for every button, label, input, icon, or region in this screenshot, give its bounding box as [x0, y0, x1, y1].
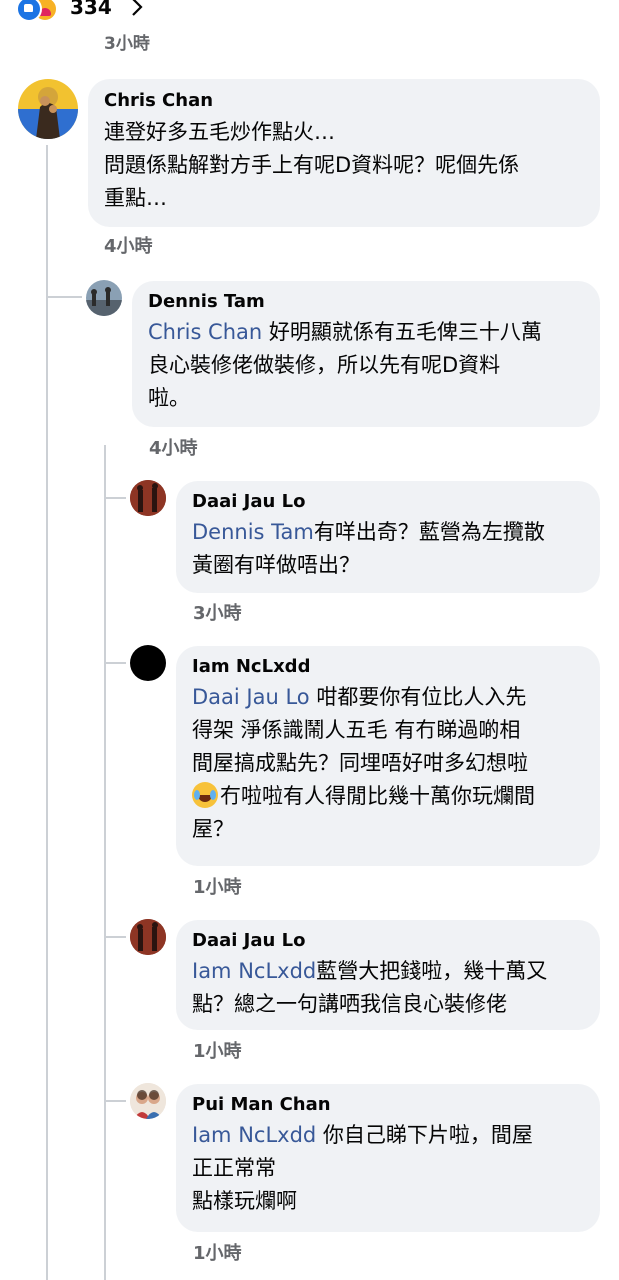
- comment-author[interactable]: Daai Jau Lo: [192, 490, 305, 514]
- comment-timestamp[interactable]: 1小時: [193, 1040, 242, 1064]
- comment-bubble[interactable]: Chris Chan 連登好多五毛炒作點火… 問題係點解對方手上有呢D資料呢？呢…: [88, 79, 600, 227]
- comment-timestamp[interactable]: 1小時: [193, 1242, 242, 1266]
- comment-line: Dennis Tam有咩出奇？藍營為左攬散: [192, 520, 545, 544]
- mention-link[interactable]: Daai Jau Lo: [192, 685, 310, 709]
- comment-text: Iam NcLxdd 你自己睇下片啦，間屋 正正常常 點樣玩爛啊: [192, 1119, 596, 1218]
- comment-bubble[interactable]: Daai Jau Lo Iam NcLxdd藍營大把錢啦，幾十萬又 點？總之一句…: [176, 920, 600, 1030]
- comment-text: Dennis Tam有咩出奇？藍營為左攬散 黃圈有咩做唔出？: [192, 516, 596, 582]
- crying-laughing-emoji-icon: [192, 782, 218, 808]
- mention-link[interactable]: Iam NcLxdd: [192, 959, 316, 983]
- comment-timestamp[interactable]: 1小時: [193, 876, 242, 900]
- comment-timestamp[interactable]: 4小時: [104, 235, 153, 259]
- comment-bubble[interactable]: Dennis Tam Chris Chan 好明顯就係有五毛俾三十八萬 良心裝修…: [132, 281, 600, 427]
- avatar[interactable]: [130, 1083, 166, 1119]
- mention-link[interactable]: Dennis Tam: [192, 520, 314, 544]
- comment-bubble[interactable]: Iam NcLxdd Daai Jau Lo 咁都要你有位比人入先 得架 淨係識…: [176, 646, 600, 866]
- comment-author[interactable]: Dennis Tam: [148, 290, 265, 314]
- comment-text: Chris Chan 好明顯就係有五毛俾三十八萬 良心裝修佬做裝修，所以先有呢D…: [148, 316, 594, 415]
- comment-line: 啦。: [148, 386, 190, 410]
- mention-link[interactable]: Chris Chan: [148, 320, 262, 344]
- comment-text: 連登好多五毛炒作點火… 問題係點解對方手上有呢D資料呢？呢個先係 重點…: [104, 116, 594, 215]
- comment-bubble[interactable]: Pui Man Chan Iam NcLxdd 你自己睇下片啦，間屋 正正常常 …: [176, 1084, 600, 1232]
- comment-timestamp[interactable]: 4小時: [149, 437, 198, 461]
- comment-text: Daai Jau Lo 咁都要你有位比人入先 得架 淨係識鬧人五毛 有冇睇過啲相…: [192, 681, 596, 846]
- thread-line: [46, 145, 48, 1280]
- mention-link[interactable]: Iam NcLxdd: [192, 1123, 316, 1147]
- comment-author[interactable]: Iam NcLxdd: [192, 655, 310, 679]
- comment-line: 正正常常: [192, 1156, 276, 1180]
- comment-line: Iam NcLxdd藍營大把錢啦，幾十萬又: [192, 959, 548, 983]
- comment-line: 黃圈有咩做唔出？: [192, 553, 360, 577]
- avatar[interactable]: [130, 480, 166, 516]
- reaction-icons[interactable]: [16, 0, 68, 22]
- comment-line: 重點…: [104, 186, 167, 210]
- comment-line: Daai Jau Lo 咁都要你有位比人入先: [192, 685, 527, 709]
- comment-timestamp[interactable]: 3小時: [193, 602, 242, 626]
- comment-line: 良心裝修佬做裝修，所以先有呢D資料: [148, 353, 501, 377]
- thread-line: [104, 497, 126, 499]
- comment-line: 點？總之一句講哂我信良心裝修佬: [192, 992, 507, 1016]
- comment-line: 屋？: [192, 817, 234, 841]
- thread-line: [104, 936, 126, 938]
- avatar[interactable]: [86, 280, 122, 316]
- reaction-count[interactable]: 334: [70, 0, 112, 20]
- comment-line: 間屋搞成點先？同埋唔好咁多幻想啦: [192, 751, 528, 775]
- avatar[interactable]: [18, 79, 78, 139]
- comment-bubble[interactable]: Daai Jau Lo Dennis Tam有咩出奇？藍營為左攬散 黃圈有咩做唔…: [176, 481, 600, 593]
- comment-text: Iam NcLxdd藍營大把錢啦，幾十萬又 點？總之一句講哂我信良心裝修佬: [192, 955, 596, 1021]
- comment-author[interactable]: Daai Jau Lo: [192, 929, 305, 953]
- chevron-right-icon[interactable]: [128, 0, 146, 20]
- comment-timestamp[interactable]: 3小時: [104, 34, 150, 54]
- avatar[interactable]: [130, 919, 166, 955]
- thread-line: [104, 662, 126, 664]
- comment-author[interactable]: Pui Man Chan: [192, 1093, 331, 1117]
- thread-line: [46, 296, 82, 298]
- comment-line: Chris Chan 好明顯就係有五毛俾三十八萬: [148, 320, 542, 344]
- comment-line: 連登好多五毛炒作點火…: [104, 120, 335, 144]
- comment-line: Iam NcLxdd 你自己睇下片啦，間屋: [192, 1123, 533, 1147]
- thread-line: [104, 1100, 126, 1102]
- comment-line: 冇啦啦有人得閒比幾十萬你玩爛間: [192, 780, 596, 813]
- avatar[interactable]: [130, 645, 166, 681]
- thread-line: [104, 445, 106, 1280]
- comment-line: 得架 淨係識鬧人五毛 有冇睇過啲相: [192, 718, 521, 742]
- comment-author[interactable]: Chris Chan: [104, 89, 213, 113]
- comment-line: 問題係點解對方手上有呢D資料呢？呢個先係: [104, 153, 520, 177]
- comment-line: 點樣玩爛啊: [192, 1189, 297, 1213]
